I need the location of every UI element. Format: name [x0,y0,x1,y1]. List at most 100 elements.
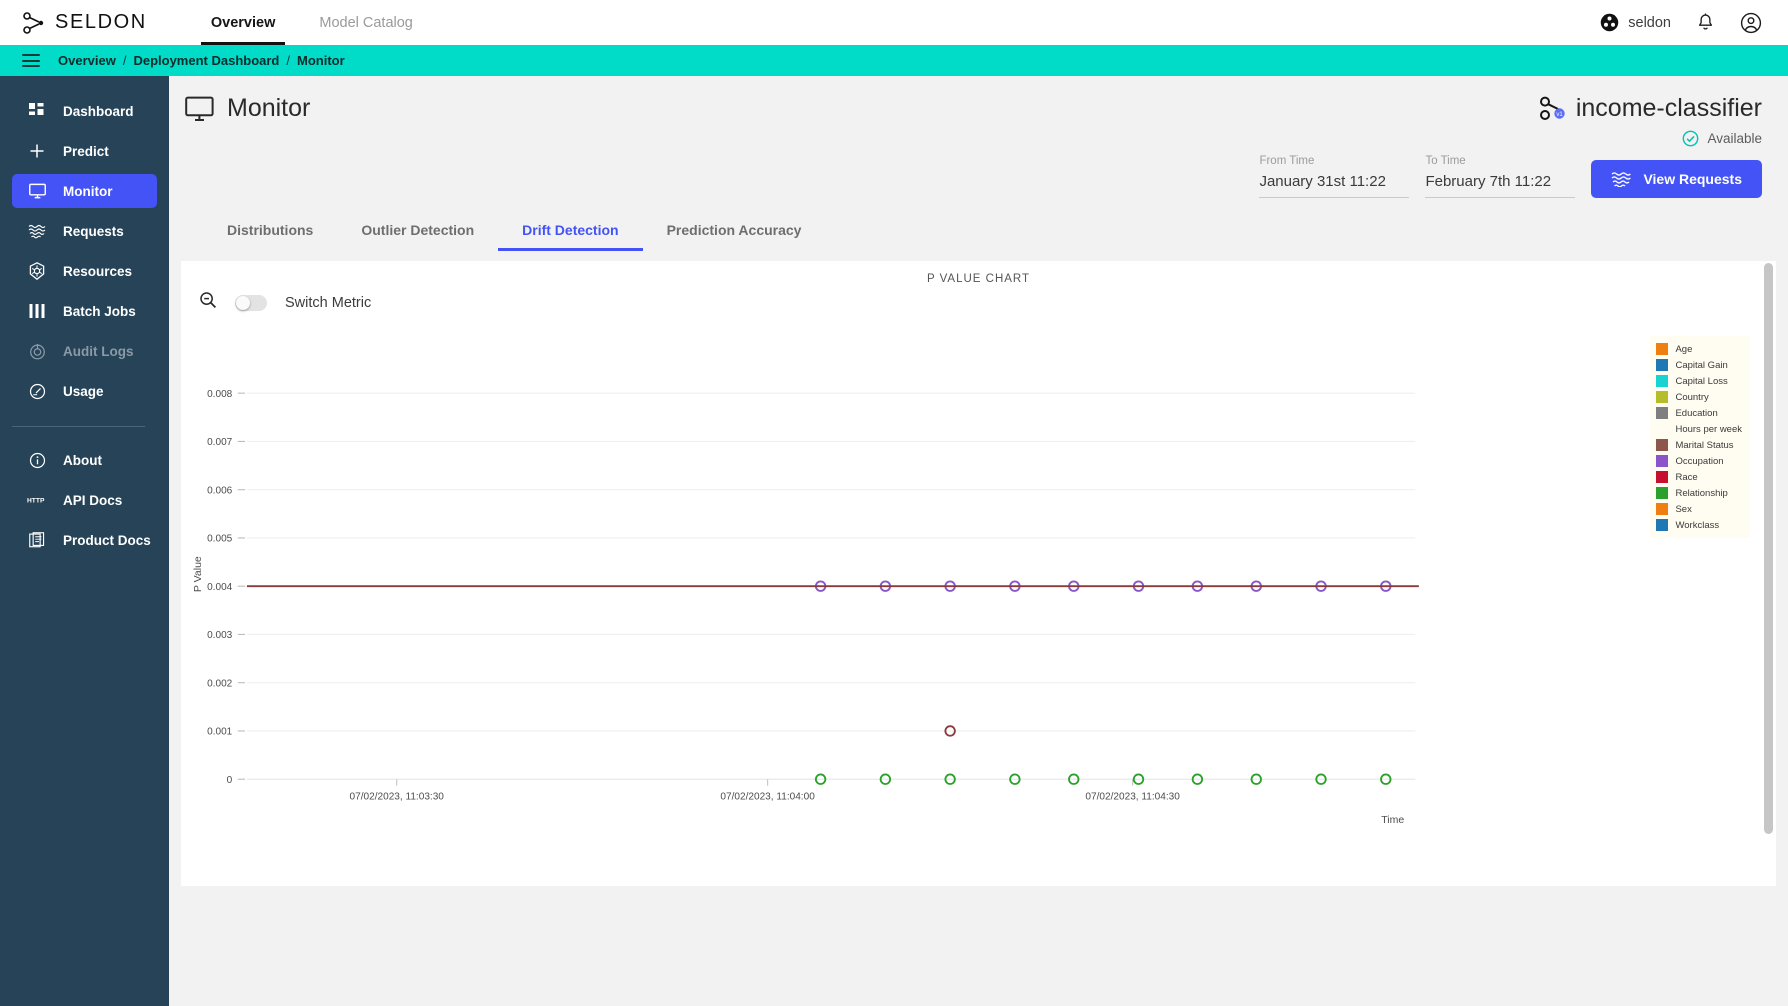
y-axis-label: P Value [192,556,204,592]
x-tick-label: 07/02/2023, 11:04:00 [720,791,815,802]
legend-label: Age [1675,343,1693,355]
sidebar-item-label: Monitor [63,183,113,199]
kubernetes-icon [27,261,47,281]
y-tick-label: 0.005 [207,534,233,545]
plus-icon [27,141,47,161]
chart-scrollbar[interactable] [1764,263,1773,884]
legend-label: Sex [1675,503,1692,515]
legend-item[interactable]: Race [1656,469,1742,485]
legend-swatch-icon [1656,407,1669,419]
audit-target-icon [27,341,47,361]
deployment-name: income-classifier [1575,94,1762,122]
tab-distributions[interactable]: Distributions [203,212,337,251]
legend-item[interactable]: Marital Status [1656,437,1742,453]
check-circle-icon [1683,130,1699,147]
account-button[interactable] [1740,12,1762,34]
y-tick-label: 0.008 [207,389,233,400]
legend-item[interactable]: Capital Gain [1656,357,1742,373]
breadcrumb-item-overview[interactable]: Overview [58,53,116,68]
account-circle-icon [1740,12,1762,33]
breadcrumb-item-monitor[interactable]: Monitor [297,53,345,68]
org-selector[interactable]: seldon [1600,13,1671,32]
sidebar-item-about[interactable]: About [12,443,157,477]
view-requests-button[interactable]: View Requests [1591,160,1762,198]
x-axis-label: Time [1381,814,1404,826]
sidebar-item-label: Usage [63,383,104,399]
notifications-button[interactable] [1695,12,1716,33]
main-content: Monitor v1 income-classifier Available F… [169,76,1788,1006]
tab-outlier-detection[interactable]: Outlier Detection [337,212,498,251]
legend-label: Occupation [1675,455,1724,467]
info-circle-icon [27,450,47,470]
hamburger-menu-icon[interactable] [22,51,40,71]
breadcrumb: Overview / Deployment Dashboard / Monito… [58,53,345,68]
breadcrumb-separator: / [122,53,127,68]
legend-swatch-icon [1656,503,1669,515]
chart-card: P VALUE CHART Switch Metric 0 0.001 0.002 0… [181,261,1776,886]
top-bar-right: seldon [1600,12,1762,34]
legend-swatch-icon [1656,455,1669,467]
legend-item[interactable]: Capital Loss [1656,373,1742,389]
legend-item[interactable]: Education [1656,405,1742,421]
page-title: Monitor [185,94,310,123]
sidebar-item-label: Predict [63,143,109,159]
sidebar-item-api-docs[interactable]: HTTP API Docs [12,483,157,517]
status-badge: Available [1538,130,1762,147]
monitor-screen-icon [185,96,214,121]
sidebar-item-usage[interactable]: Usage [12,374,157,408]
view-requests-label: View Requests [1643,171,1742,187]
top-nav-item-model-catalog[interactable]: Model Catalog [297,0,435,45]
sidebar-item-dashboard[interactable]: Dashboard [12,94,157,128]
legend-item[interactable]: Occupation [1656,453,1742,469]
sidebar-item-monitor[interactable]: Monitor [12,174,157,208]
sidebar-item-label: Audit Logs [63,343,134,359]
legend-swatch-icon [1656,519,1669,531]
legend-item[interactable]: Country [1656,389,1742,405]
top-nav-item-overview[interactable]: Overview [189,0,298,45]
brand[interactable]: SELDON [22,11,147,34]
legend-swatch-icon [1656,391,1669,403]
legend-item[interactable]: Workclass [1656,517,1742,533]
body: Dashboard Predict Monitor Requests Resou… [0,76,1788,1006]
time-range-controls: From Time To Time View Requests [169,155,1788,198]
tab-drift-detection[interactable]: Drift Detection [498,212,644,251]
legend-label: Relationship [1675,487,1728,499]
legend-swatch-icon [1656,343,1669,355]
top-nav: Overview Model Catalog [189,0,435,45]
to-time-field: To Time [1425,155,1576,198]
chart-legend: Age Capital Gain Capital Loss Country Educat… [1650,336,1750,538]
sidebar-item-requests[interactable]: Requests [12,214,157,248]
breadcrumb-item-deployment-dashboard[interactable]: Deployment Dashboard [133,53,279,68]
sidebar-item-audit-logs[interactable]: Audit Logs [12,334,157,368]
sidebar-item-resources[interactable]: Resources [12,254,157,288]
brand-name: SELDON [55,11,147,33]
from-time-input[interactable] [1259,171,1410,198]
sidebar-item-predict[interactable]: Predict [12,134,157,168]
chart-scrollbar-thumb[interactable] [1764,263,1773,835]
monitor-screen-icon [27,181,47,201]
legend-swatch-icon [1656,487,1669,499]
sidebar-item-product-docs[interactable]: Product Docs [12,523,157,557]
legend-item[interactable]: Hours per week [1656,421,1742,437]
sidebar: Dashboard Predict Monitor Requests Resou… [0,76,169,1006]
legend-item[interactable]: Relationship [1656,485,1742,501]
legend-label: Capital Gain [1675,359,1728,371]
y-tick-label: 0.002 [207,678,233,689]
sidebar-item-label: API Docs [63,492,123,508]
sidebar-item-label: Batch Jobs [63,303,136,319]
page-header: Monitor v1 income-classifier Available [169,76,1788,147]
legend-label: Country [1675,391,1709,403]
y-tick-label: 0.004 [207,582,233,593]
legend-item[interactable]: Sex [1656,501,1742,517]
p-value-chart[interactable]: 0 0.001 0.002 0.003 0.004 0.005 0.006 0.007 0.00… [181,261,1776,833]
legend-item[interactable]: Age [1656,341,1742,357]
dashboard-grid-icon [27,101,47,121]
status-label: Available [1707,131,1762,146]
page-title-text: Monitor [227,94,311,122]
svg-text:HTTP: HTTP [27,498,45,505]
x-tick-label: 07/02/2023, 11:04:30 [1085,791,1180,802]
sidebar-item-label: Requests [63,223,124,239]
tab-prediction-accuracy[interactable]: Prediction Accuracy [643,212,826,251]
sidebar-item-batch-jobs[interactable]: Batch Jobs [12,294,157,328]
to-time-input[interactable] [1425,171,1576,198]
